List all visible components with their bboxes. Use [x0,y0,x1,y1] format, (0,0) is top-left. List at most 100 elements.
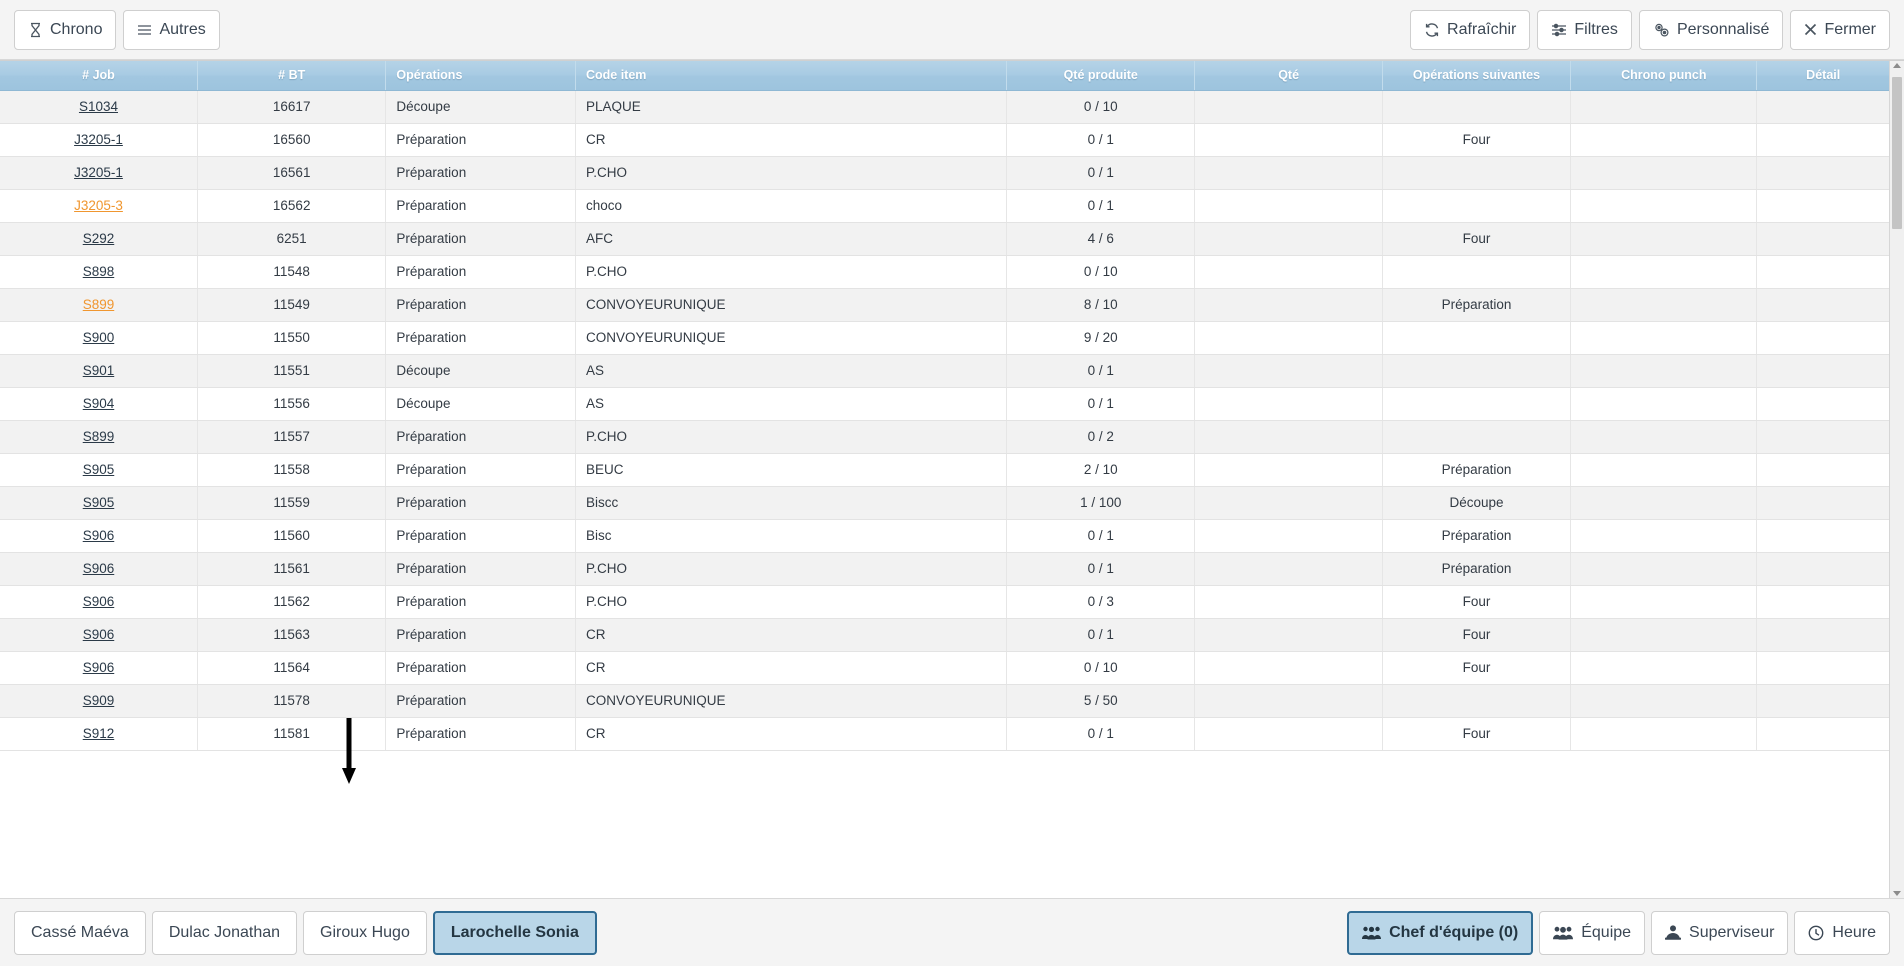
table-row[interactable]: S905 11559 Préparation Biscc 1 / 100 Découpe [0,486,1889,520]
cell-job[interactable]: S904 [0,387,198,421]
cell-job[interactable]: J3205-1 [0,156,198,190]
cell-bt: 11564 [197,651,387,685]
job-link[interactable]: S906 [83,594,115,609]
cell-detail [1756,387,1889,421]
table-row[interactable]: J3205-3 16562 Préparation choco 0 / 1 [0,189,1889,223]
column-header-code-item[interactable]: Code item [575,61,1008,91]
table-row[interactable]: S906 11560 Préparation Bisc 0 / 1 Préparation [0,519,1889,553]
close-button[interactable]: Fermer [1790,9,1890,50]
refresh-button[interactable]: Rafraîchir [1410,9,1531,50]
column-header-chrono-punch[interactable]: Chrono punch [1570,61,1758,91]
refresh-icon [1424,22,1440,38]
autres-button[interactable]: Autres [123,9,220,50]
job-link[interactable]: S292 [83,231,115,246]
table-row[interactable]: S1034 16617 Découpe PLAQUE 0 / 10 [0,90,1889,124]
job-link[interactable]: J3205-3 [74,198,123,213]
table-row[interactable]: S906 11561 Préparation P.CHO 0 / 1 Préparatio… [0,552,1889,586]
team-lead-button[interactable]: Chef d'équipe (0) [1347,910,1534,955]
clock-button[interactable]: Heure [1794,910,1890,955]
cell-chrono_punch [1570,519,1758,553]
cell-job[interactable]: S900 [0,321,198,355]
employee-tab[interactable]: Dulac Jonathan [151,910,298,955]
cell-job[interactable]: S906 [0,552,198,586]
table-row[interactable]: S909 11578 Préparation CONVOYEURUNIQUE 5 / 5… [0,684,1889,718]
cell-detail [1756,618,1889,652]
filters-button[interactable]: Filtres [1537,9,1632,50]
job-link[interactable]: J3205-1 [74,132,123,147]
job-link[interactable]: S899 [83,297,115,312]
cell-chrono_punch [1570,255,1758,289]
job-link[interactable]: S906 [83,528,115,543]
table-row[interactable]: J3205-1 16560 Préparation CR 0 / 1 Four [0,123,1889,157]
scroll-down-icon[interactable] [1890,891,1904,896]
job-link[interactable]: S912 [83,726,115,741]
personalize-button[interactable]: Personnalisé [1638,9,1784,50]
job-link[interactable]: S1034 [79,99,118,114]
table-row[interactable]: S906 11564 Préparation CR 0 / 10 Four [0,651,1889,685]
table-row[interactable]: S905 11558 Préparation BEUC 2 / 10 Préparatio… [0,453,1889,487]
table-row[interactable]: S904 11556 Découpe AS 0 / 1 [0,387,1889,421]
cell-qte_produite: 9 / 20 [1006,321,1196,355]
table-row[interactable]: S906 11562 Préparation P.CHO 0 / 3 Four [0,585,1889,619]
job-link[interactable]: S906 [83,660,115,675]
cell-job[interactable]: J3205-3 [0,189,198,223]
table-row[interactable]: S901 11551 Découpe AS 0 / 1 [0,354,1889,388]
column-header-operations[interactable]: Opérations [385,61,576,91]
cell-job[interactable]: S1034 [0,90,198,124]
cell-job[interactable]: S905 [0,453,198,487]
job-link[interactable]: S898 [83,264,115,279]
cell-job[interactable]: S898 [0,255,198,289]
scroll-up-icon[interactable] [1890,63,1904,68]
table-row[interactable]: S898 11548 Préparation P.CHO 0 / 10 [0,255,1889,289]
cell-job[interactable]: J3205-1 [0,123,198,157]
employee-tab[interactable]: Larochelle Sonia [432,910,597,955]
column-header-operations-suivantes[interactable]: Opérations suivantes [1382,61,1572,91]
job-link[interactable]: S906 [83,561,115,576]
cell-job[interactable]: S292 [0,222,198,256]
cell-job[interactable]: S909 [0,684,198,718]
job-link[interactable]: S899 [83,429,115,444]
job-link[interactable]: S906 [83,627,115,642]
supervisor-button[interactable]: Superviseur [1651,910,1789,955]
people-button[interactable]: Équipe [1539,910,1646,955]
cell-job[interactable]: S912 [0,717,198,751]
job-link[interactable]: S900 [83,330,115,345]
employee-tab[interactable]: Giroux Hugo [303,910,427,955]
job-link[interactable]: J3205-1 [74,165,123,180]
job-link[interactable]: S904 [83,396,115,411]
top-toolbar: Chrono Autres Rafraîchir Filtres Personn… [0,0,1904,60]
cell-job[interactable]: S906 [0,519,198,553]
cell-job[interactable]: S905 [0,486,198,520]
job-link[interactable]: S909 [83,693,115,708]
chrono-button[interactable]: Chrono [14,9,117,50]
table-row[interactable]: S899 11549 Préparation CONVOYEURUNIQUE 8 / 1… [0,288,1889,322]
jobs-grid-scroll-area[interactable]: # Job # BT Opérations Code item Qté prod… [0,61,1889,898]
cell-job[interactable]: S899 [0,420,198,454]
table-row[interactable]: S900 11550 Préparation CONVOYEURUNIQUE 9 / 2… [0,321,1889,355]
vertical-scrollbar[interactable] [1889,61,1904,898]
hourglass-icon [28,22,43,38]
employee-tab[interactable]: Cassé Maéva [14,910,146,955]
cell-job[interactable]: S899 [0,288,198,322]
cell-job[interactable]: S906 [0,618,198,652]
column-header-qte-produite[interactable]: Qté produite [1006,61,1196,91]
table-row[interactable]: J3205-1 16561 Préparation P.CHO 0 / 1 [0,156,1889,190]
column-header-job[interactable]: # Job [0,61,198,91]
table-row[interactable]: S912 11581 Préparation CR 0 / 1 Four [0,717,1889,751]
job-link[interactable]: S905 [83,495,115,510]
job-link[interactable]: S905 [83,462,115,477]
column-header-detail[interactable]: Détail [1756,61,1889,91]
cell-job[interactable]: S906 [0,651,198,685]
cell-job[interactable]: S901 [0,354,198,388]
table-row[interactable]: S899 11557 Préparation P.CHO 0 / 2 [0,420,1889,454]
clock-icon [1808,925,1824,941]
cell-job[interactable]: S906 [0,585,198,619]
cell-qte [1194,387,1383,421]
cell-op: Préparation [385,321,576,355]
column-header-bt[interactable]: # BT [197,61,387,91]
column-header-qte[interactable]: Qté [1194,61,1383,91]
table-row[interactable]: S906 11563 Préparation CR 0 / 1 Four [0,618,1889,652]
table-row[interactable]: S292 6251 Préparation AFC 4 / 6 Four [0,222,1889,256]
scrollbar-thumb[interactable] [1892,77,1902,229]
job-link[interactable]: S901 [83,363,115,378]
